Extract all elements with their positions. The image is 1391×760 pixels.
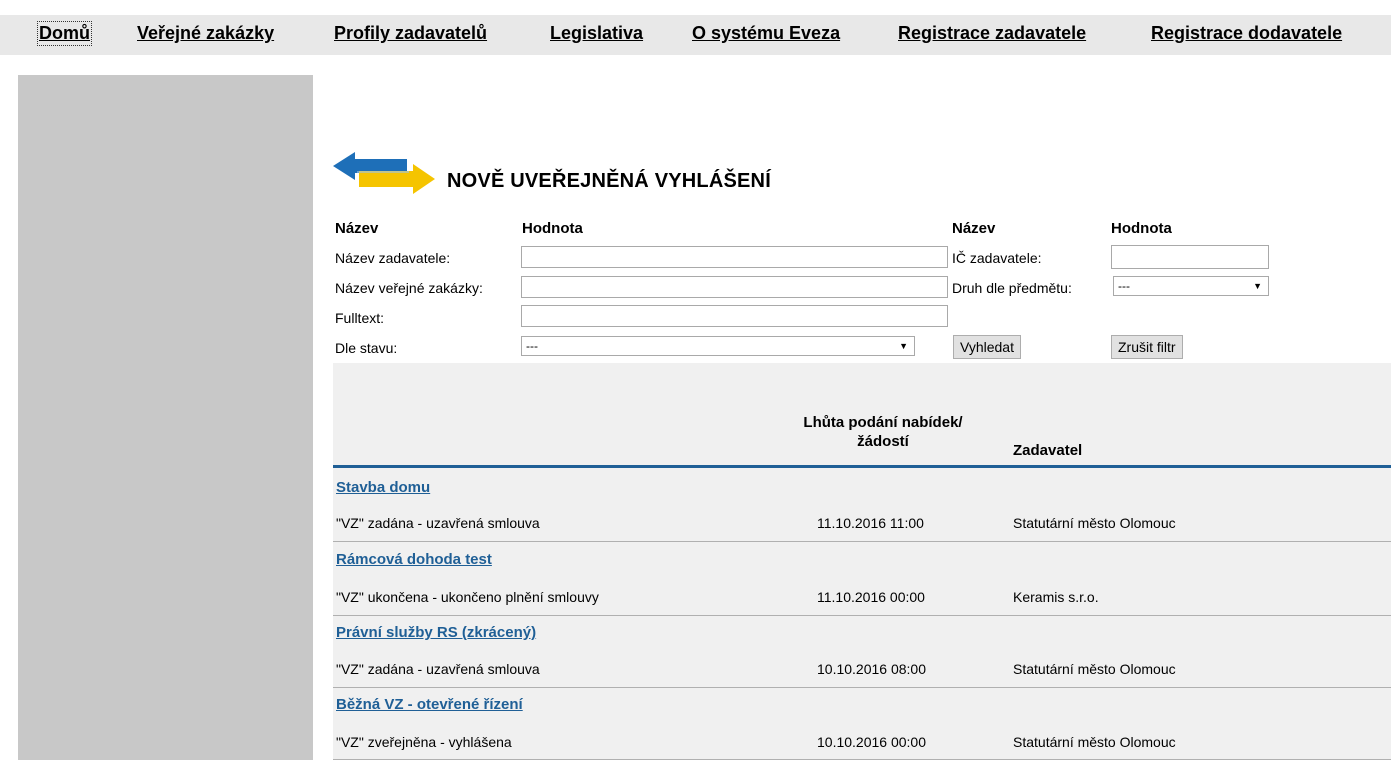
column-header-deadline-line2: žádostí: [857, 433, 909, 450]
filter-header-name-right: Název: [952, 220, 996, 237]
filter-header-value-right: Hodnota: [1111, 220, 1172, 237]
nav-link-register-contracting[interactable]: Registrace zadavatele: [898, 23, 1086, 44]
contract-contracting: Statutární město Olomouc: [1013, 734, 1176, 750]
contract-title-link[interactable]: Stavba domu: [336, 479, 430, 496]
contract-deadline: 10.10.2016 00:00: [817, 734, 926, 750]
contract-title-link[interactable]: Běžná VZ - otevřené řízení: [336, 696, 523, 713]
contract-status: "VZ" zveřejněna - vyhlášena: [336, 734, 512, 750]
contracting-name-input[interactable]: [521, 246, 948, 268]
row-divider: [333, 541, 1391, 542]
row-divider: [333, 687, 1391, 688]
nav-link-register-supplier[interactable]: Registrace dodavatele: [1151, 23, 1342, 44]
row-divider: [333, 615, 1391, 616]
contracting-name-label: Název zadavatele:: [335, 250, 451, 266]
double-arrow-logo-icon: [333, 152, 435, 194]
column-header-contracting: Zadavatel: [1013, 442, 1083, 459]
contract-title-link[interactable]: Rámcová dohoda test: [336, 551, 492, 568]
subject-type-select-value: ---: [1118, 279, 1130, 293]
status-select[interactable]: --- ▼: [521, 336, 915, 356]
reset-filter-button[interactable]: Zrušit filtr: [1111, 335, 1183, 359]
contract-status: "VZ" zadána - uzavřená smlouva: [336, 515, 540, 531]
contract-title-link[interactable]: Právní služby RS (zkrácený): [336, 624, 536, 641]
table-header-divider: [333, 465, 1391, 468]
ico-input[interactable]: [1111, 245, 1269, 269]
contract-status: "VZ" zadána - uzavřená smlouva: [336, 661, 540, 677]
subject-type-label: Druh dle předmětu:: [952, 280, 1072, 296]
left-sidebar: [18, 75, 313, 760]
status-label: Dle stavu:: [335, 340, 398, 356]
chevron-down-icon: ▼: [1253, 281, 1262, 291]
column-header-deadline-line1: Lhůta podání nabídek/: [803, 414, 963, 431]
contract-contracting: Statutární město Olomouc: [1013, 661, 1176, 677]
column-header-deadline: Lhůta podání nabídek/ žádostí: [783, 413, 983, 451]
nav-link-about-eveza[interactable]: O systému Eveza: [692, 23, 840, 44]
contract-deadline: 11.10.2016 00:00: [817, 589, 925, 605]
contract-name-input[interactable]: [521, 276, 948, 298]
nav-link-contracting-profiles[interactable]: Profily zadavatelů: [334, 23, 487, 44]
nav-link-home[interactable]: Domů: [37, 21, 92, 46]
fulltext-label: Fulltext:: [335, 310, 385, 326]
chevron-down-icon: ▼: [899, 341, 908, 351]
nav-link-public-contracts[interactable]: Veřejné zakázky: [137, 23, 274, 44]
results-table: Lhůta podání nabídek/ žádostí Zadavatel …: [333, 363, 1391, 760]
subject-type-select[interactable]: --- ▼: [1113, 276, 1269, 296]
contract-status: "VZ" ukončena - ukončeno plnění smlouvy: [336, 589, 599, 605]
status-select-value: ---: [526, 339, 538, 353]
nav-link-legislation[interactable]: Legislativa: [550, 23, 643, 44]
search-button[interactable]: Vyhledat: [953, 335, 1021, 359]
ico-label: IČ zadavatele:: [952, 250, 1042, 266]
page-title: NOVĚ UVEŘEJNĚNÁ VYHLÁŠENÍ: [447, 170, 771, 192]
contract-deadline: 11.10.2016 11:00: [817, 515, 924, 531]
fulltext-input[interactable]: [521, 305, 948, 327]
contract-deadline: 10.10.2016 08:00: [817, 661, 926, 677]
top-navigation: Domů Veřejné zakázky Profily zadavatelů …: [0, 15, 1391, 55]
contract-name-label: Název veřejné zakázky:: [335, 280, 483, 296]
filter-header-value: Hodnota: [522, 220, 583, 237]
contract-contracting: Statutární město Olomouc: [1013, 515, 1176, 531]
filter-header-name: Název: [335, 220, 379, 237]
contract-contracting: Keramis s.r.o.: [1013, 589, 1099, 605]
